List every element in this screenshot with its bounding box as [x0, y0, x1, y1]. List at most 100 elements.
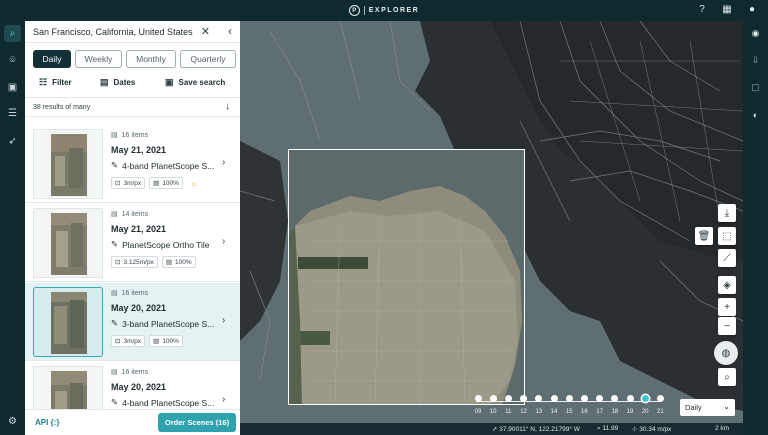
gallery-icon[interactable]: ▣ [4, 79, 21, 96]
interval-select-value: Daily [685, 403, 702, 412]
resolution-chip: ⊡ 3m/px [111, 177, 146, 189]
rocket-icon[interactable]: ➶ [4, 133, 21, 150]
api-link[interactable]: API {:} [35, 418, 59, 427]
tab-quarterly[interactable]: Quarterly [180, 50, 236, 68]
coverage-icon: ▨ [153, 180, 160, 187]
app-name: EXPLORER [368, 7, 420, 14]
image-icon[interactable]: ▢ [748, 80, 763, 95]
scene-date: May 20, 2021 [111, 303, 167, 313]
timeline-day-label: 13 [535, 409, 543, 415]
coordinates-readout: ➚ 37.90011° N, 122.21799° W [492, 426, 580, 433]
tab-daily[interactable]: Daily [33, 50, 71, 68]
collapse-panel-icon[interactable]: ‹ [228, 24, 232, 38]
help-icon[interactable]: ? [696, 4, 708, 16]
ruler-icon[interactable]: ⟋ [718, 249, 736, 267]
clear-search-icon[interactable]: ✕ [201, 25, 210, 38]
timeline-day-dot[interactable] [626, 394, 634, 402]
scene-card[interactable]: ▤ 16 items May 20, 2021 ✎ 4-band PlanetSco… [25, 362, 240, 409]
scene-product: ✎ 4-band PlanetScope S... [111, 397, 215, 408]
scene-card-selected[interactable]: ▤ 16 items May 20, 2021 ✎ 3-band PlanetSco… [25, 283, 240, 361]
resolution-icon: ⊡ [115, 259, 121, 266]
layers-list-icon[interactable]: ☰ [4, 105, 21, 122]
chevron-right-icon[interactable]: › [222, 315, 225, 326]
scene-thumbnail [33, 287, 103, 357]
timeline-day-label: 15 [565, 409, 573, 415]
timeline-day-dot[interactable] [489, 394, 497, 402]
chevron-right-icon[interactable]: › [222, 157, 225, 168]
chevron-right-icon[interactable]: › [222, 236, 225, 247]
left-rail: ⌕ ⌾ ▣ ☰ ➶ ⚙ [0, 21, 25, 435]
scene-footprint-outline [288, 149, 525, 405]
timeline-day-dot[interactable] [596, 394, 604, 402]
items-count: ▤ 16 items [111, 289, 149, 298]
timeline-day-dot[interactable] [535, 394, 543, 402]
location-pin-icon[interactable]: ⌾ [4, 52, 21, 69]
filter-button[interactable]: ☷ Filter [39, 77, 72, 88]
satellite-icon: ✎ [111, 397, 119, 407]
interval-select[interactable]: Daily ⌄ [680, 399, 735, 416]
timeline-day-dot[interactable] [580, 394, 588, 402]
timeline-day-dot[interactable] [474, 394, 482, 402]
save-search-button[interactable]: ▣ Save search [165, 77, 225, 88]
zoom-out-icon[interactable]: − [718, 317, 736, 335]
timeline-day-label: 17 [596, 409, 603, 415]
stack-icon: ▤ [111, 290, 118, 297]
timeline-day-dot[interactable] [504, 394, 512, 402]
scale-readout: 2 km [715, 425, 730, 432]
timeline-day-dot[interactable] [520, 394, 528, 402]
user-avatar-icon[interactable]: ● [746, 4, 758, 16]
stack-icon: ▤ [111, 369, 118, 376]
dates-label: Dates [113, 78, 136, 87]
scene-date: May 21, 2021 [111, 224, 167, 234]
map-status-bar: ➚ 37.90011° N, 122.21799° W ⌕ 11.99 ⊹ 30… [240, 423, 743, 435]
timeline-day-dot[interactable] [550, 394, 558, 402]
zoom-in-icon[interactable]: + [718, 298, 736, 316]
order-scenes-button[interactable]: Order Scenes (16) [158, 413, 236, 432]
scene-card[interactable]: ▤ 16 items May 21, 2021 ✎ 4-band PlanetSco… [25, 125, 240, 203]
timeline-day-label: 09 [474, 409, 482, 415]
save-icon: ▣ [165, 77, 174, 87]
coverage-chip: ▨ 100% [149, 177, 183, 189]
timeline-day-label: 20 [641, 409, 649, 415]
tab-monthly[interactable]: Monthly [126, 50, 176, 68]
scene-thumbnail [33, 129, 103, 199]
results-text: 38 results of many [33, 103, 91, 111]
compare-icon[interactable]: ◐ [748, 107, 763, 122]
scene-list: ▤ 16 items May 21, 2021 ✎ 4-band PlanetSco… [25, 125, 240, 409]
timeline-day-dot[interactable] [641, 394, 649, 402]
coverage-chip: ▨ 100% [161, 256, 196, 268]
timeline-day-dot[interactable] [611, 394, 619, 402]
download-icon[interactable]: ⤓ [718, 204, 736, 222]
export-icon[interactable]: ⇩ [748, 53, 763, 68]
tab-weekly[interactable]: Weekly [75, 50, 122, 68]
results-count: 38 results of many ↓ [25, 97, 240, 117]
settings-icon[interactable]: ⚙ [4, 413, 21, 430]
globe-icon[interactable]: ◍ [714, 341, 738, 365]
filter-label: Filter [52, 78, 72, 87]
select-area-icon[interactable]: ⬚ [718, 227, 736, 245]
search-icon[interactable]: ⌕ [4, 25, 21, 42]
stack-icon: ▤ [111, 211, 118, 218]
timeline-day-dot[interactable] [656, 394, 664, 402]
timeline-day-label: 19 [626, 409, 634, 415]
resolution-chip: ⊡ 3m/px [111, 335, 146, 347]
results-panel: San Francisco, California, United States… [25, 21, 240, 435]
scene-card[interactable]: ▤ 14 items May 21, 2021 ✎ PlanetScope Orth… [25, 204, 240, 282]
stack-icon: ▤ [111, 132, 118, 139]
delete-icon[interactable]: 🗑 [695, 227, 713, 245]
apps-grid-icon[interactable]: ▦ [721, 4, 733, 16]
sort-arrow-icon[interactable]: ↓ [225, 101, 230, 112]
eye-icon[interactable]: ◉ [748, 26, 763, 41]
scene-product: ✎ PlanetScope Ortho Tile [111, 239, 210, 250]
layers-icon[interactable]: ◈ [718, 276, 736, 294]
zoom-search-icon[interactable]: ⌕ [718, 368, 736, 386]
timeline-day-dot[interactable] [565, 394, 573, 402]
chevron-right-icon[interactable]: › [222, 394, 225, 405]
satellite-icon: ✎ [111, 318, 119, 328]
map-view[interactable]: ⤓ 🗑 ⬚ ⟋ ◈ + − ◍ ⌕ 09 10 11 12 13 14 15 16 17 18 19… [240, 21, 743, 435]
right-rail: ◉ ⇩ ▢ ◐ [743, 21, 768, 435]
search-bar[interactable]: San Francisco, California, United States… [25, 21, 240, 43]
timeline-day-label: 10 [489, 409, 497, 415]
dates-button[interactable]: ▤ Dates [100, 77, 135, 88]
cloud-warning-icon: ☼ [189, 178, 198, 188]
